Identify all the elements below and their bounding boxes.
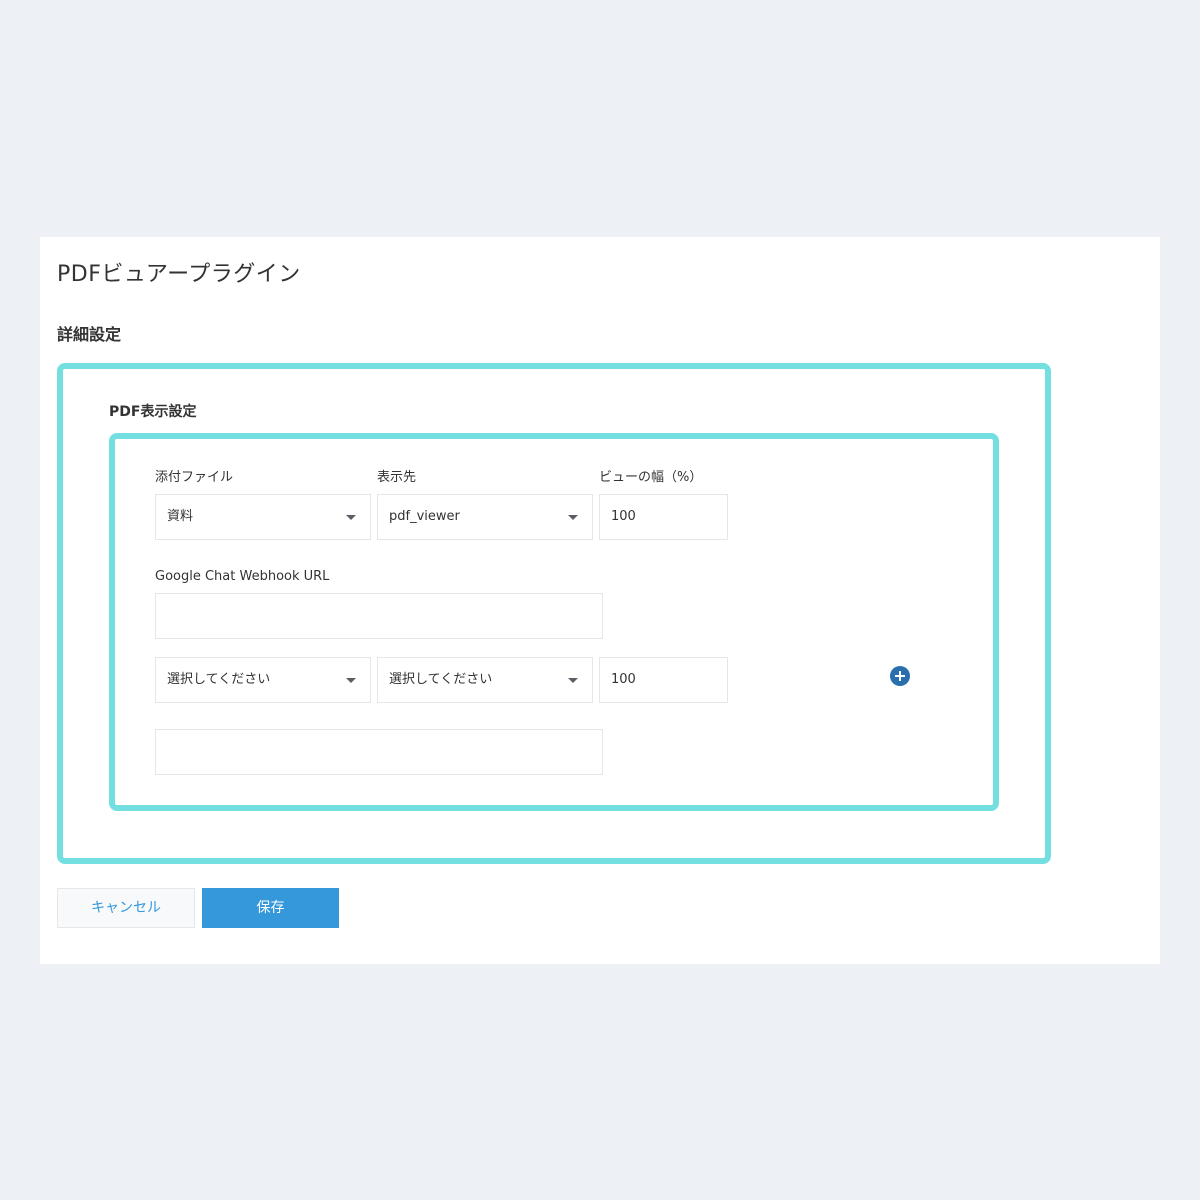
webhook-label: Google Chat Webhook URL — [155, 569, 330, 584]
group-title: PDF表示設定 — [109, 404, 197, 420]
target-label: 表示先 — [377, 470, 417, 485]
plugin-settings-panel: PDFビュアープラグイン 詳細設定 PDF表示設定 添付ファイル 表示先 ビュー… — [40, 237, 1160, 964]
target-select[interactable]: pdf_viewer — [377, 494, 593, 540]
width-input[interactable]: 100 — [599, 494, 728, 540]
webhook-url-input[interactable] — [155, 729, 603, 775]
caret-down-icon — [346, 515, 356, 520]
width-input[interactable]: 100 — [599, 657, 728, 703]
caret-down-icon — [568, 678, 578, 683]
cancel-button[interactable]: キャンセル — [57, 888, 195, 928]
section-title: 詳細設定 — [57, 325, 122, 344]
target-select-value: pdf_viewer — [389, 509, 460, 524]
plus-circle-icon[interactable] — [890, 666, 910, 686]
attachment-select[interactable]: 資料 — [155, 494, 371, 540]
save-button[interactable]: 保存 — [202, 888, 339, 928]
pdf-settings-table: 添付ファイル 表示先 ビューの幅（%） 資料 pdf_viewer 100 Go… — [109, 433, 999, 811]
width-input-value: 100 — [611, 672, 636, 687]
attachment-select-value: 資料 — [167, 509, 194, 524]
attachment-select[interactable]: 選択してください — [155, 657, 371, 703]
target-select-value: 選択してください — [389, 672, 493, 687]
target-select[interactable]: 選択してください — [377, 657, 593, 703]
width-label: ビューの幅（%） — [599, 470, 703, 485]
caret-down-icon — [568, 515, 578, 520]
attachment-label: 添付ファイル — [155, 470, 234, 485]
attachment-select-value: 選択してください — [167, 672, 271, 687]
caret-down-icon — [346, 678, 356, 683]
pdf-settings-group: PDF表示設定 添付ファイル 表示先 ビューの幅（%） 資料 pdf_viewe… — [57, 363, 1051, 864]
webhook-url-input[interactable] — [155, 593, 603, 639]
width-input-value: 100 — [611, 509, 636, 524]
page-title: PDFビュアープラグイン — [57, 262, 301, 287]
